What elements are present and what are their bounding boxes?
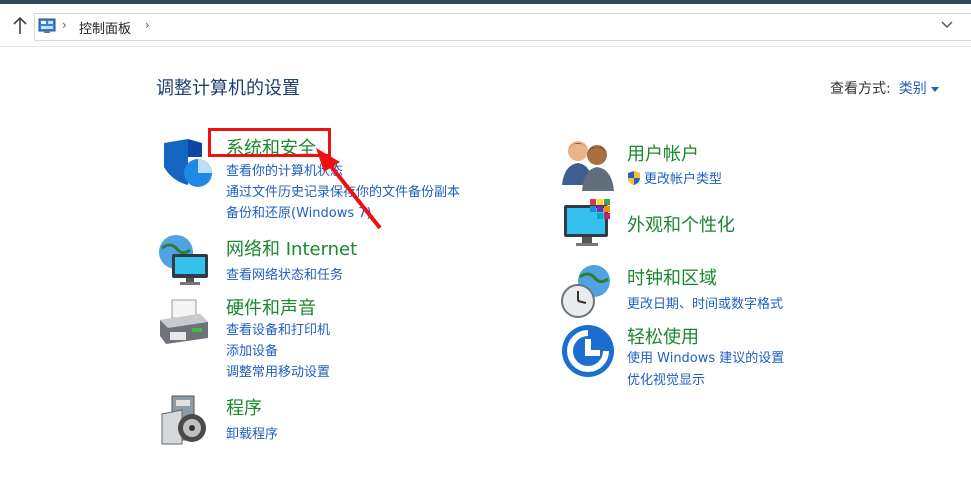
link-optimize-visual-display[interactable]: 优化视觉显示 [627, 369, 705, 388]
link-change-account-type-label[interactable]: 更改帐户类型 [644, 172, 722, 187]
chevron-right-icon[interactable]: › [62, 18, 67, 32]
printer-icon[interactable] [156, 294, 212, 350]
link-change-date-time-format[interactable]: 更改日期、时间或数字格式 [627, 293, 783, 312]
link-add-device[interactable]: 添加设备 [226, 340, 278, 359]
users-icon[interactable] [560, 137, 616, 193]
programs-icon[interactable] [158, 392, 214, 448]
category-title-appearance[interactable]: 外观和个性化 [627, 211, 735, 237]
view-by-value[interactable]: 类别 [899, 81, 927, 97]
category-title-programs[interactable]: 程序 [226, 394, 262, 420]
network-globe-icon[interactable] [156, 232, 212, 288]
view-by-label: 查看方式: [830, 81, 891, 97]
chevron-down-icon[interactable] [940, 19, 954, 31]
security-shield-icon[interactable] [158, 137, 214, 193]
caret-down-icon[interactable] [930, 86, 939, 92]
category-title-hardware-sound[interactable]: 硬件和声音 [226, 294, 316, 320]
link-devices-printers[interactable]: 查看设备和打印机 [226, 319, 330, 338]
category-title-ease-of-access[interactable]: 轻松使用 [627, 323, 699, 349]
monitor-palette-icon[interactable] [560, 197, 616, 253]
uac-shield-icon [628, 171, 640, 185]
link-uninstall-program[interactable]: 卸载程序 [226, 423, 278, 442]
address-bar-area: › 控制面板 › [0, 4, 971, 47]
link-mobility-settings[interactable]: 调整常用移动设置 [226, 361, 330, 380]
control-panel-icon [38, 18, 56, 33]
address-bar[interactable]: › 控制面板 › [34, 13, 971, 41]
chevron-right-icon[interactable]: › [145, 18, 150, 32]
page-title: 调整计算机的设置 [156, 78, 300, 99]
annotation-arrow-icon [316, 148, 382, 230]
up-arrow-icon[interactable] [10, 14, 30, 36]
clock-globe-icon[interactable] [560, 263, 616, 319]
category-title-clock-region[interactable]: 时钟和区域 [627, 264, 717, 290]
link-windows-recommended-settings[interactable]: 使用 Windows 建议的设置 [627, 347, 784, 366]
category-title-user-accounts[interactable]: 用户帐户 [627, 140, 699, 166]
link-change-account-type[interactable]: 更改帐户类型 [627, 168, 722, 187]
view-by-control[interactable]: 查看方式: 类别 [830, 78, 939, 98]
link-network-status-tasks[interactable]: 查看网络状态和任务 [226, 264, 343, 283]
breadcrumb-control-panel[interactable]: 控制面板 [79, 18, 131, 37]
ease-of-access-icon[interactable] [560, 323, 616, 379]
